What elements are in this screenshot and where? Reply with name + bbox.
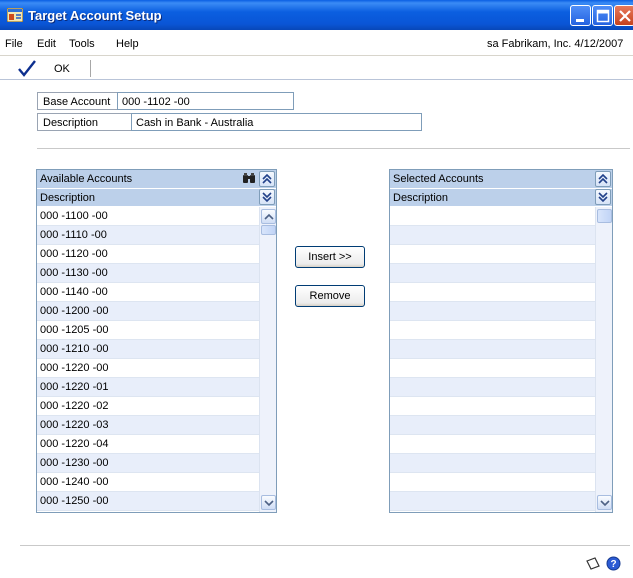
base-account-label: Base Account	[37, 92, 118, 110]
user-company-date: sa Fabrikam, Inc. 4/12/2007	[487, 38, 624, 50]
app-window-icon	[7, 8, 23, 22]
double-chevron-down-icon	[598, 192, 608, 202]
scroll-thumb[interactable]	[597, 209, 612, 223]
collapse-up-button[interactable]	[595, 171, 611, 187]
expand-down-button[interactable]	[595, 189, 611, 205]
list-item[interactable]: 000 -1120 -00	[37, 245, 259, 264]
chevron-down-icon	[264, 500, 274, 507]
find-binoculars-icon[interactable]	[242, 172, 256, 185]
available-accounts-title: Available Accounts	[40, 173, 133, 185]
menu-bar: File Edit Tools Help sa Fabrikam, Inc. 4…	[0, 30, 633, 56]
list-item[interactable]: 000 -1220 -01	[37, 378, 259, 397]
base-account-field[interactable]: 000 -1102 -00	[117, 92, 294, 110]
description-field[interactable]: Cash in Bank - Australia	[131, 113, 422, 131]
list-item[interactable]: 000 -1210 -00	[37, 340, 259, 359]
selected-accounts-list: Selected Accounts Description	[389, 169, 613, 513]
title-bar: Target Account Setup	[0, 0, 633, 30]
list-item[interactable]: 000 -1130 -00	[37, 264, 259, 283]
list-item[interactable]	[390, 359, 595, 378]
list-item[interactable]: 000 -1205 -00	[37, 321, 259, 340]
list-item[interactable]	[390, 321, 595, 340]
list-item[interactable]	[390, 207, 595, 226]
minimize-icon	[576, 19, 584, 22]
collapse-up-button[interactable]	[259, 171, 275, 187]
checkmark-icon[interactable]	[18, 59, 36, 77]
available-rows: 000 -1100 -00 000 -1110 -00 000 -1120 -00 0…	[37, 207, 259, 511]
selected-accounts-title: Selected Accounts	[393, 173, 484, 185]
selected-column-header: Description	[390, 188, 612, 206]
list-item[interactable]: 000 -1110 -00	[37, 226, 259, 245]
close-button[interactable]	[614, 5, 633, 26]
list-item[interactable]	[390, 340, 595, 359]
scroll-up-button[interactable]	[261, 209, 276, 224]
list-item[interactable]	[390, 416, 595, 435]
list-item[interactable]: 000 -1240 -00	[37, 473, 259, 492]
svg-text:?: ?	[610, 559, 616, 570]
list-item[interactable]	[390, 492, 595, 511]
expand-down-button[interactable]	[259, 189, 275, 205]
list-item[interactable]: 000 -1100 -00	[37, 207, 259, 226]
footer-divider	[20, 545, 630, 546]
list-item[interactable]: 000 -1200 -00	[37, 302, 259, 321]
double-chevron-down-icon	[262, 192, 272, 202]
list-item[interactable]: 000 -1220 -02	[37, 397, 259, 416]
list-item[interactable]: 000 -1230 -00	[37, 454, 259, 473]
close-icon	[619, 10, 631, 22]
scroll-down-button[interactable]	[597, 495, 612, 510]
list-item[interactable]: 000 -1140 -00	[37, 283, 259, 302]
list-item[interactable]	[390, 283, 595, 302]
available-scrollbar[interactable]	[259, 207, 276, 512]
list-item[interactable]	[390, 264, 595, 283]
toolbar: OK	[0, 57, 633, 80]
selected-accounts-header: Selected Accounts	[390, 170, 612, 188]
list-item[interactable]	[390, 378, 595, 397]
double-chevron-up-icon	[262, 174, 272, 184]
list-item[interactable]	[390, 397, 595, 416]
list-item[interactable]	[390, 473, 595, 492]
insert-button[interactable]: Insert >>	[295, 246, 365, 268]
list-item[interactable]: 000 -1220 -04	[37, 435, 259, 454]
remove-button[interactable]: Remove	[295, 285, 365, 307]
help-icon[interactable]: ?	[606, 556, 621, 571]
selected-rows	[390, 207, 595, 511]
scroll-down-button[interactable]	[261, 495, 276, 510]
maximize-icon	[596, 9, 610, 23]
available-column-header: Description	[37, 188, 276, 206]
menu-help[interactable]: Help	[116, 38, 139, 50]
menu-file[interactable]: File	[5, 38, 23, 50]
scroll-thumb[interactable]	[261, 225, 276, 235]
list-item[interactable]	[390, 302, 595, 321]
list-item[interactable]: 000 -1220 -03	[37, 416, 259, 435]
chevron-down-icon	[600, 500, 610, 507]
menu-tools[interactable]: Tools	[69, 38, 95, 50]
ok-button[interactable]: OK	[54, 63, 70, 75]
toolbar-separator	[90, 60, 91, 77]
available-description-column: Description	[40, 192, 96, 204]
available-accounts-header: Available Accounts	[37, 170, 276, 188]
list-item[interactable]: 000 -1250 -00	[37, 492, 259, 511]
window-title: Target Account Setup	[28, 8, 162, 23]
list-item[interactable]: 000 -1220 -00	[37, 359, 259, 378]
maximize-button[interactable]	[592, 5, 613, 26]
divider	[37, 148, 630, 149]
form-area: Base Account 000 -1102 -00 Description C…	[0, 81, 633, 578]
available-accounts-list: Available Accounts Description 000 -1100…	[36, 169, 277, 513]
menu-edit[interactable]: Edit	[37, 38, 56, 50]
selected-scrollbar[interactable]	[595, 207, 612, 512]
list-item[interactable]	[390, 245, 595, 264]
minimize-button[interactable]	[570, 5, 591, 26]
list-item[interactable]	[390, 454, 595, 473]
double-chevron-up-icon	[598, 174, 608, 184]
note-icon[interactable]	[585, 557, 601, 571]
list-item[interactable]	[390, 226, 595, 245]
list-item[interactable]	[390, 435, 595, 454]
chevron-up-icon	[264, 213, 274, 220]
selected-description-column: Description	[393, 192, 449, 204]
description-label: Description	[37, 113, 132, 131]
